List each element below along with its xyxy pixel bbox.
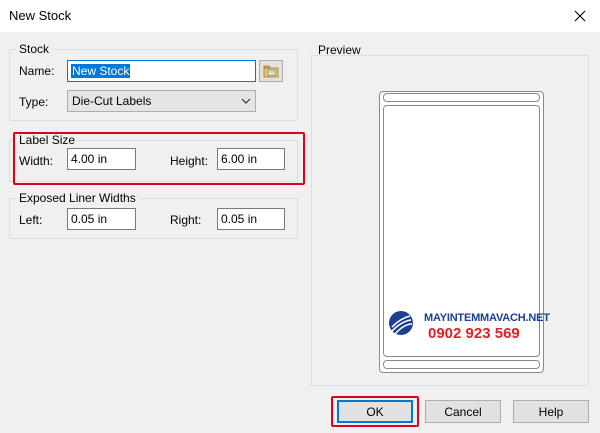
right-liner-value: 0.05 in — [221, 212, 258, 226]
type-label: Type: — [19, 95, 49, 109]
help-button-label: Help — [538, 404, 564, 419]
left-liner-value: 0.05 in — [71, 212, 108, 226]
name-input-value: New Stock — [71, 64, 131, 78]
title-bar: New Stock — [0, 0, 600, 32]
name-label: Name: — [19, 64, 55, 78]
watermark-phone: 0902 923 569 — [428, 325, 520, 342]
watermark-globe-logo — [389, 311, 413, 335]
help-button[interactable]: Help — [513, 400, 589, 423]
browse-stock-button[interactable] — [259, 60, 283, 82]
left-liner-input[interactable]: 0.05 in — [67, 208, 136, 230]
cancel-button-label: Cancel — [444, 404, 482, 419]
window-title: New Stock — [9, 8, 72, 23]
label-bottom-strip — [383, 360, 540, 369]
left-liner-label: Left: — [19, 213, 43, 227]
liner-widths-group-title: Exposed Liner Widths — [16, 191, 139, 205]
name-input[interactable]: New Stock — [67, 60, 256, 82]
type-select[interactable]: Die-Cut Labels — [67, 90, 256, 112]
folder-browse-icon — [263, 65, 279, 78]
stock-group-title: Stock — [16, 42, 53, 56]
close-button[interactable] — [560, 0, 600, 32]
close-icon — [574, 10, 586, 22]
watermark-url: MAYINTEMMAVACH.NET — [424, 312, 550, 324]
label-size-highlight — [13, 132, 305, 185]
right-liner-label: Right: — [170, 213, 202, 227]
cancel-button[interactable]: Cancel — [425, 400, 501, 423]
ok-highlight — [331, 396, 419, 427]
right-liner-input[interactable]: 0.05 in — [217, 208, 285, 230]
chevron-down-icon — [241, 98, 251, 104]
label-top-strip — [383, 93, 540, 102]
type-select-value: Die-Cut Labels — [72, 94, 152, 108]
